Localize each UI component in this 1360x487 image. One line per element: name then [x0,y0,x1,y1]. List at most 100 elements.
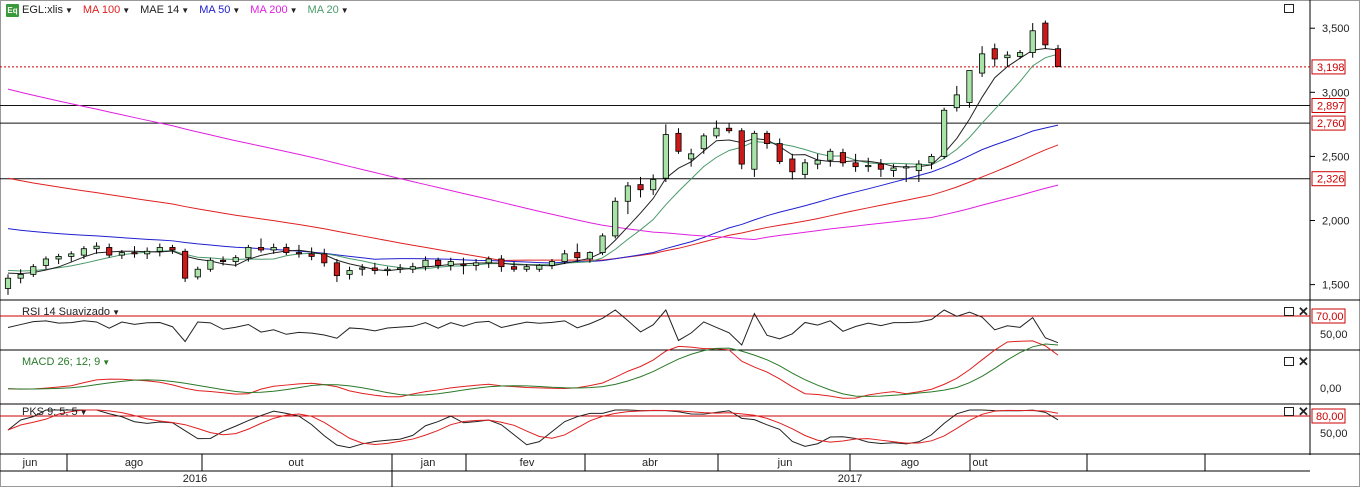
candle-up [536,264,543,270]
candle-up [447,261,454,266]
candle-up [928,156,935,164]
pks-pane-label[interactable]: PKS 9; 5; 5 ▼ [22,406,88,418]
candle-down [498,258,505,268]
pks-close-button[interactable]: ✕ [1298,405,1309,418]
candle-up [586,252,593,260]
rsi-mid-label: 50,00 [1320,329,1348,341]
pks-level-label: 80,00 [1316,411,1344,423]
rsi-maximize-button[interactable] [1284,307,1294,316]
legend-ma20[interactable]: MA 20 ▼ [308,4,349,16]
candle-up [865,164,872,168]
price-level-label: 3,198 [1317,62,1345,74]
candle-up [42,258,50,266]
y-tick-label: 1,500 [1322,280,1350,292]
month-label: ago [125,457,143,469]
year-label: 2016 [183,473,207,485]
candle-down [510,266,518,270]
y-tick-label: 3,000 [1322,87,1350,99]
pks-pane-name: PKS 9; 5; 5 [22,406,78,418]
candle-down [776,143,783,162]
maximize-pane-button[interactable] [1284,4,1294,13]
chevron-down-icon: ▼ [232,5,241,15]
rsi-close-button[interactable]: ✕ [1298,305,1309,318]
candle-up [80,248,87,256]
candle-down [1042,22,1049,46]
candle-up [561,253,568,262]
price-level-label: 2,326 [1317,174,1345,186]
candle-up [801,162,809,175]
chevron-down-icon: ▼ [181,5,190,15]
year-label: 2017 [838,473,862,485]
candle-down [1054,48,1062,68]
legend-ma200[interactable]: MA 200 ▼ [250,4,297,16]
candle-down [991,48,998,60]
chevron-down-icon: ▼ [122,5,131,15]
candle-up [548,261,556,266]
candle-up [194,268,201,278]
candle-up [650,179,657,191]
price-chart[interactable]: 1,500 2,000 2,500 3,000 3,500 3,198 2,897 2,760… [0,0,1360,487]
candle-up [915,163,922,171]
candle-down [321,253,328,264]
macd-maximize-button[interactable] [1284,357,1294,366]
ma50-series [7,124,1059,264]
candle-down [220,259,227,262]
candle-up [232,257,239,262]
candle-up [1029,30,1036,53]
candle-up [346,270,353,275]
price-level-label: 2,760 [1317,118,1345,130]
candle-up [903,166,910,169]
mae14-series [7,47,1059,275]
pks-mid-label: 50,00 [1320,428,1348,440]
chart-root: 1,500 2,000 2,500 3,000 3,500 3,198 2,897 2,760… [0,0,1360,487]
chevron-down-icon: ▼ [340,5,349,15]
price-level-label: 2,897 [1317,101,1345,113]
symbol-label: EGL:xlis [22,4,63,16]
candle-down [637,184,644,191]
candle-down [789,158,796,173]
candle-up [270,247,277,251]
candle-down [763,132,771,144]
candle-up [55,256,62,260]
candle-up [814,159,821,165]
candle-up [827,150,834,161]
rsi-pane-label[interactable]: RSI 14 Suavizado ▼ [22,306,120,318]
candle-up [1016,52,1024,57]
candle-down [182,250,189,279]
rsi-pane-name: RSI 14 Suavizado [22,306,111,318]
candle-down [333,262,340,277]
candle-up [359,267,366,270]
ma100-series [7,144,1059,262]
candle-up [207,259,214,270]
candle-up [1004,54,1011,59]
candle-up [979,53,986,74]
month-label: fev [520,457,535,469]
symbol-selector[interactable]: Eq EGL:xlis ▼ [6,3,73,17]
y-tick-label: 3,500 [1322,23,1350,35]
macd-pane-label[interactable]: MACD 26; 12; 9 ▼ [22,356,110,368]
candle-up [422,259,429,268]
legend-ma50[interactable]: MA 50 ▼ [199,4,240,16]
candle-up [156,247,163,252]
candle-up [662,134,669,179]
candle-up [17,273,24,279]
candle-up [485,258,492,264]
chevron-down-icon: ▼ [79,407,88,417]
legend-ma200-label: MA 200 [250,4,288,16]
candle-down [877,163,884,170]
candle-down [726,127,733,132]
candle-up [384,268,391,271]
candle-down [574,252,581,259]
macd-close-button[interactable]: ✕ [1298,355,1309,368]
candle-down [295,252,303,255]
candle-up [612,200,619,237]
candle-up [4,277,12,289]
ma20-series [7,53,1059,272]
candle-down [675,132,682,152]
pks-maximize-button[interactable] [1284,407,1294,416]
candle-down [738,130,745,165]
candle-up [751,132,758,170]
legend-mae14[interactable]: MAE 14 ▼ [140,4,189,16]
y-tick-label: 2,000 [1322,216,1350,228]
legend-ma100[interactable]: MA 100 ▼ [83,4,130,16]
